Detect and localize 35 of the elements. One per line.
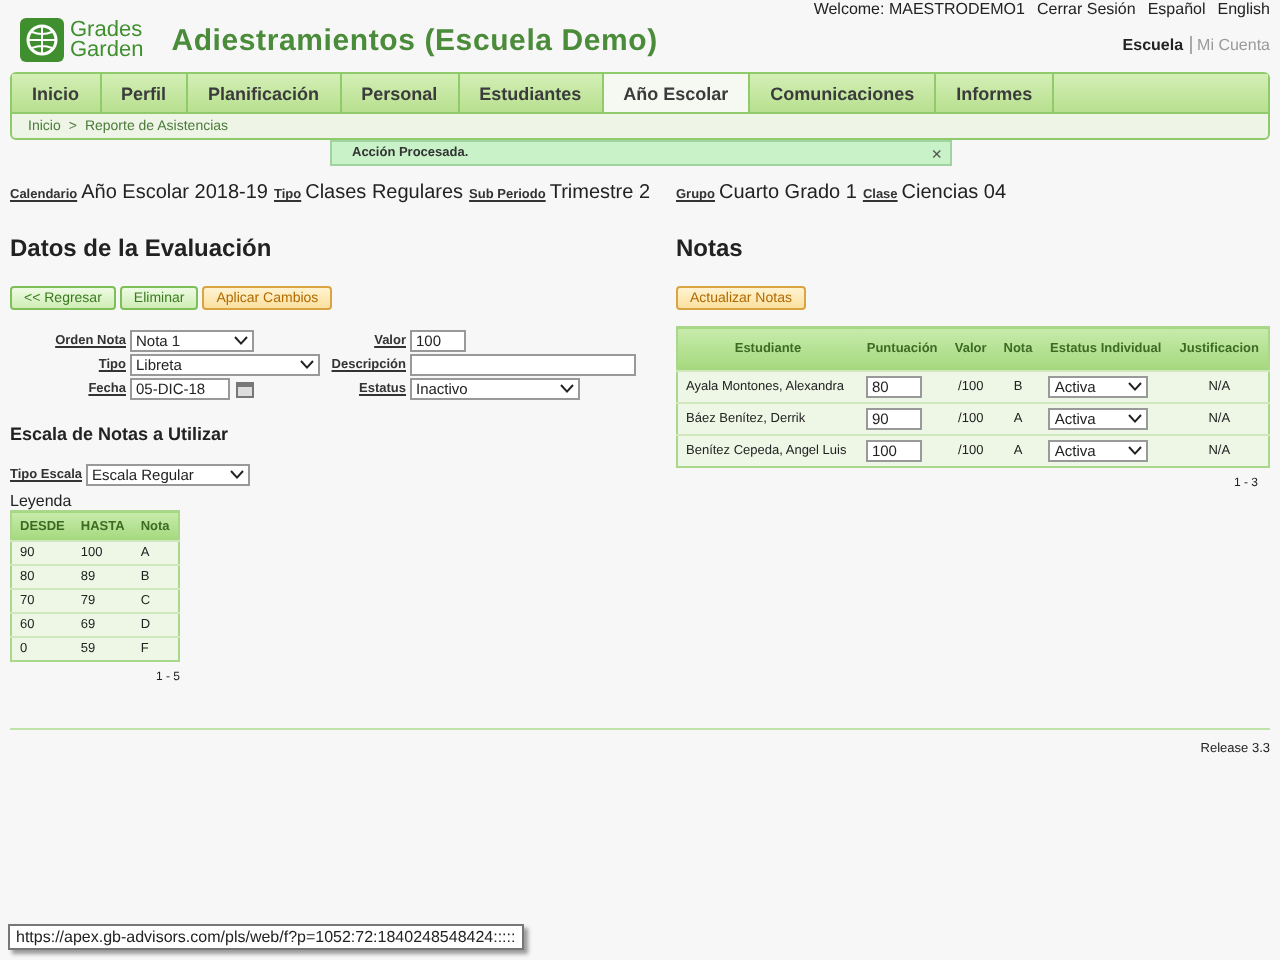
chevron-icon xyxy=(560,384,574,394)
chevron-icon xyxy=(234,336,248,346)
logo-text: Garden xyxy=(70,40,144,60)
nav-tab[interactable]: Perfil xyxy=(101,74,189,112)
calendar-icon[interactable] xyxy=(236,381,254,397)
nav-tab[interactable]: Personal xyxy=(341,74,460,112)
input-field[interactable] xyxy=(410,354,636,376)
context-value: Clases Regulares xyxy=(305,182,464,204)
context-value: Año Escolar 2018-19 xyxy=(81,182,268,204)
app-title: Adiestramientos (Escuela Demo) xyxy=(171,23,658,57)
section-title: Escala de Notas a Utilizar xyxy=(10,424,231,444)
nav-tab[interactable]: Informes xyxy=(936,74,1055,112)
chevron-icon xyxy=(1128,414,1143,424)
section-title: Notas xyxy=(676,234,745,262)
context-value: Ciencias 04 xyxy=(901,182,1007,204)
chevron-icon xyxy=(1128,446,1143,456)
user-greeting: Welcome: MAESTRODEMO1 xyxy=(813,0,1025,18)
chevron-icon xyxy=(300,360,314,370)
header-link[interactable]: English xyxy=(1217,0,1270,18)
context-value: Cuarto Grado 1 xyxy=(719,182,857,204)
account-link[interactable]: Escuela xyxy=(1122,36,1184,54)
status-url-tooltip: https://apex.gb-advisors.com/pls/web/f?p=1052:72:1840248548424::::: xyxy=(8,924,524,950)
close-icon[interactable]: × xyxy=(931,143,942,163)
section-title: Datos de la Evaluación xyxy=(10,234,274,262)
legend-title: Leyenda xyxy=(10,492,74,510)
header-link[interactable]: Español xyxy=(1147,0,1206,18)
nav-tab[interactable]: Inicio xyxy=(12,74,102,112)
nav-tab[interactable]: Año Escolar xyxy=(603,74,751,112)
nav-tab[interactable]: Planificación xyxy=(188,74,342,112)
nav-tab[interactable]: Comunicaciones xyxy=(750,74,937,112)
chevron-icon xyxy=(230,470,245,480)
header-link[interactable]: Cerrar Sesión xyxy=(1036,0,1136,18)
chevron-icon xyxy=(1128,382,1143,392)
context-value: Trimestre 2 xyxy=(549,182,651,204)
logo-text: Grades xyxy=(70,20,144,40)
